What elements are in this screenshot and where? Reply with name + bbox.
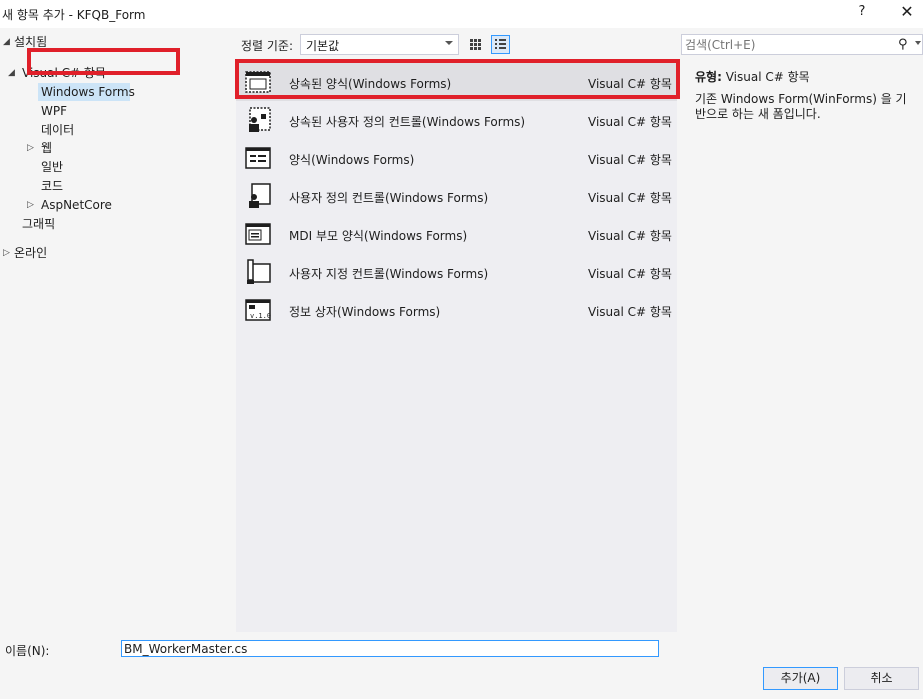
category-tree: ◢ 설치됨 ◢ Visual C# 항목 Windows Forms WPF 데… [0,28,234,632]
window-title: 새 항목 추가 - KFQB_Form [2,8,146,22]
grid-view-icon [470,39,481,50]
list-item[interactable]: 양식(Windows Forms) Visual C# 항목 [236,139,677,177]
chevron-down-icon [445,41,453,45]
add-button[interactable]: 추가(A) [763,667,838,690]
type-value: Visual C# 항목 [725,70,810,84]
mdi-parent-form-icon [245,223,271,245]
footer: 이름(N): 추가(A) 취소 [0,632,923,699]
grid-view-button[interactable] [466,35,485,54]
collapsed-arrow-icon[interactable]: ▷ [27,196,34,214]
chevron-down-icon[interactable] [915,41,921,45]
name-label: 이름(N): [5,644,50,658]
highlight-box-inherited-form [235,59,680,99]
sort-dropdown[interactable]: 기본값 [300,34,459,55]
expanded-arrow-icon: ◢ [3,37,10,47]
details-pane: 유형: Visual C# 항목 기존 Windows Form(WinForm… [681,60,923,632]
list-item[interactable]: v.1.0 정보 상자(Windows Forms) Visual C# 항목 [236,291,677,329]
type-info: 유형: Visual C# 항목 [695,68,810,85]
list-item[interactable]: 사용자 정의 컨트롤(Windows Forms) Visual C# 항목 [236,177,677,215]
highlight-box-windows-forms [27,48,180,75]
search-box[interactable]: ⚲ [681,34,923,55]
list-item[interactable]: MDI 부모 양식(Windows Forms) Visual C# 항목 [236,215,677,253]
help-button[interactable]: ? [854,4,870,19]
name-input[interactable] [121,640,659,657]
item-description: 기존 Windows Form(WinForms) 을 기반으로 하는 새 폼입… [695,92,907,121]
title-bar: 새 항목 추가 - KFQB_Form ? ✕ [0,0,923,28]
sort-value: 기본값 [306,39,340,53]
form-icon [245,147,271,169]
collapsed-arrow-icon[interactable]: ▷ [27,139,34,157]
template-list: 상속된 양식(Windows Forms) Visual C# 항목 상속된 사… [236,60,677,632]
close-button[interactable]: ✕ [896,2,918,21]
sort-label: 정렬 기준: [241,39,294,53]
svg-text:v.1.0: v.1.0 [250,312,271,320]
inherited-user-control-icon [249,107,271,132]
custom-control-icon [247,259,271,284]
list-view-button[interactable] [491,35,510,54]
collapsed-arrow-icon[interactable]: ▷ [3,244,10,262]
search-input[interactable] [685,37,885,52]
list-item[interactable]: 상속된 사용자 정의 컨트롤(Windows Forms) Visual C# … [236,101,677,139]
search-icon[interactable]: ⚲ [898,37,908,52]
cancel-button[interactable]: 취소 [844,667,919,690]
list-item[interactable]: 사용자 지정 컨트롤(Windows Forms) Visual C# 항목 [236,253,677,291]
list-view-icon [495,39,506,49]
about-box-icon: v.1.0 [245,299,271,321]
user-control-icon [249,183,271,208]
expanded-arrow-icon: ◢ [8,68,15,78]
type-label: 유형: [695,70,722,84]
